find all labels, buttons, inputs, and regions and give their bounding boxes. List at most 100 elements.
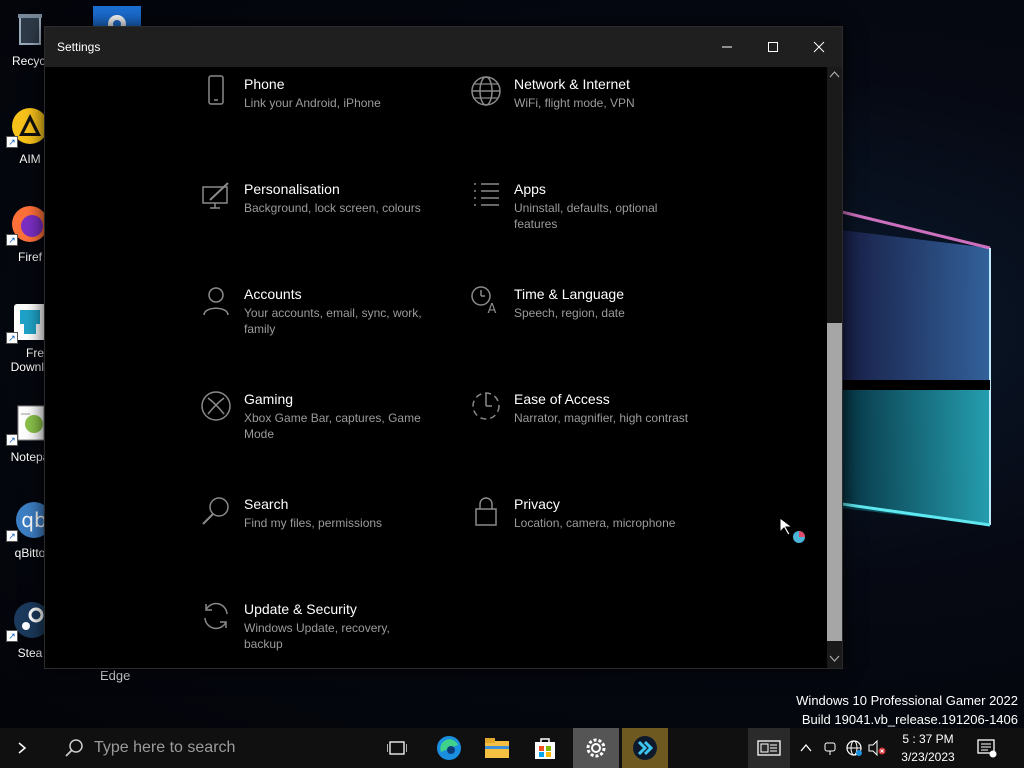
apps-list-icon: [461, 178, 511, 218]
taskbar-file-explorer[interactable]: [474, 728, 520, 768]
ease-of-access-icon: [461, 388, 511, 428]
taskbar-clock[interactable]: 5 : 37 PM 3/23/2023: [888, 728, 968, 768]
window-title: Settings: [57, 40, 101, 54]
scroll-up-icon[interactable]: [829, 69, 840, 80]
settings-gear-icon: [586, 738, 606, 758]
taskbar-store[interactable]: [522, 728, 568, 768]
taskbar-search-box[interactable]: Type here to search: [44, 728, 354, 768]
vertical-scrollbar[interactable]: [827, 67, 842, 668]
shortcut-arrow-icon: ↗: [6, 332, 18, 344]
settings-tile-apps[interactable]: Apps Uninstall, defaults, optional featur…: [461, 178, 701, 258]
svg-text:A: A: [488, 302, 497, 317]
chevron-up-icon: [800, 743, 812, 752]
tile-name: Search: [244, 496, 289, 512]
tile-name: Gaming: [244, 391, 294, 407]
settings-content: Phone Link your Android, iPhone Network &…: [45, 67, 827, 668]
shortcut-arrow-icon: ↗: [6, 434, 18, 446]
volume-muted-icon: [868, 740, 886, 756]
chevron-right-icon: [18, 742, 27, 754]
news-widget-button[interactable]: [748, 728, 790, 768]
scroll-down-icon[interactable]: [829, 653, 840, 664]
settings-tile-personalisation[interactable]: Personalisation Background, lock screen, …: [191, 178, 431, 258]
close-button[interactable]: [796, 27, 842, 67]
windows-watermark: Windows 10 Professional Gamer 2022 Build…: [796, 691, 1018, 728]
tile-desc: WiFi, flight mode, VPN: [514, 96, 635, 110]
tile-name: Ease of Access: [514, 391, 610, 407]
settings-window: Settings Phone Link your Android, iPhone …: [44, 26, 843, 669]
search-icon: [191, 493, 241, 533]
settings-tile-accounts[interactable]: Accounts Your accounts, email, sync, work…: [191, 283, 431, 363]
taskbar: Type here to search 5 : 37 PM 3/23/2023: [0, 728, 1024, 768]
tile-desc: Location, camera, microphone: [514, 516, 676, 530]
task-view-button[interactable]: [374, 728, 420, 768]
tile-desc: Narrator, magnifier, high contrast: [514, 411, 689, 425]
settings-tile-privacy[interactable]: Privacy Location, camera, microphone: [461, 493, 701, 573]
tile-desc: Link your Android, iPhone: [244, 96, 381, 110]
taskbar-edge[interactable]: [426, 728, 472, 768]
phone-icon: [191, 73, 241, 113]
tile-desc: Windows Update, recovery, backup: [244, 621, 390, 651]
tile-name: Apps: [514, 181, 546, 197]
clock-time: 5 : 37 PM: [902, 732, 954, 746]
watermark-line-2: Build 19041.vb_release.191206-1406: [801, 712, 1018, 727]
tile-desc: Background, lock screen, colours: [244, 201, 421, 215]
mouse-cursor-icon: [779, 517, 805, 543]
settings-tile-search[interactable]: Search Find my files, permissions: [191, 493, 431, 573]
settings-tile-time-language[interactable]: A Time & Language Speech, region, date: [461, 283, 701, 363]
tray-device-icon[interactable]: [820, 728, 840, 768]
svg-text:qb: qb: [21, 508, 46, 532]
store-icon: [535, 738, 555, 759]
tile-desc: Uninstall, defaults, optional features: [514, 201, 658, 231]
settings-tile-update-security[interactable]: Update & Security Windows Update, recover…: [191, 598, 431, 668]
paint-icon: [191, 178, 241, 218]
taskbar-settings[interactable]: [573, 728, 619, 768]
tile-name: Accounts: [244, 286, 302, 302]
minimize-icon: [722, 46, 732, 48]
tile-name: Privacy: [514, 496, 560, 512]
maximize-button[interactable]: [750, 27, 796, 67]
task-view-icon: [387, 741, 407, 755]
file-explorer-icon: [485, 738, 509, 758]
minimize-button[interactable]: [704, 27, 750, 67]
shortcut-arrow-icon: ↗: [6, 630, 18, 642]
tile-desc: Find my files, permissions: [244, 516, 383, 530]
show-hidden-icons-button[interactable]: [796, 728, 816, 768]
settings-tile-phone[interactable]: Phone Link your Android, iPhone: [191, 73, 431, 153]
time-language-icon: A: [461, 283, 511, 323]
shortcut-arrow-icon: ↗: [6, 234, 18, 246]
search-placeholder: Type here to search: [94, 739, 236, 756]
tile-desc: Your accounts, email, sync, work, family: [244, 306, 422, 336]
xbox-icon: [191, 388, 241, 428]
tray-volume[interactable]: [867, 728, 887, 768]
settings-tile-gaming[interactable]: Gaming Xbox Game Bar, captures, Game Mode: [191, 388, 431, 468]
tray-network[interactable]: [843, 728, 865, 768]
person-icon: [191, 283, 241, 323]
desktop-icon-edge-label[interactable]: Edge: [100, 668, 130, 683]
taskbar-media-app[interactable]: [622, 728, 668, 768]
settings-tile-ease-of-access[interactable]: Ease of Access Narrator, magnifier, high …: [461, 388, 701, 468]
news-icon: [757, 740, 781, 756]
tile-desc: Speech, region, date: [514, 306, 625, 320]
webcam-icon: [824, 742, 836, 755]
scroll-thumb[interactable]: [827, 323, 842, 641]
title-bar[interactable]: Settings: [45, 27, 842, 67]
refresh-icon: [191, 598, 241, 638]
action-center-button[interactable]: [972, 728, 1002, 768]
settings-tile-network[interactable]: Network & Internet WiFi, flight mode, VPN: [461, 73, 701, 153]
start-button[interactable]: [0, 728, 44, 768]
watermark-line-1: Windows 10 Professional Gamer 2022: [796, 693, 1018, 708]
media-app-icon: [633, 736, 657, 760]
tile-name: Update & Security: [244, 601, 357, 617]
tile-desc: Xbox Game Bar, captures, Game Mode: [244, 411, 421, 441]
close-icon: [813, 41, 825, 53]
tile-name: Time & Language: [514, 286, 624, 302]
network-globe-icon: [846, 740, 862, 756]
clock-date: 3/23/2023: [901, 750, 955, 764]
tile-name: Phone: [244, 76, 285, 92]
maximize-icon: [768, 42, 778, 52]
lock-icon: [461, 493, 511, 533]
shortcut-arrow-icon: ↗: [6, 136, 18, 148]
tile-name: Network & Internet: [514, 76, 630, 92]
search-icon: [65, 739, 83, 757]
tile-name: Personalisation: [244, 181, 340, 197]
